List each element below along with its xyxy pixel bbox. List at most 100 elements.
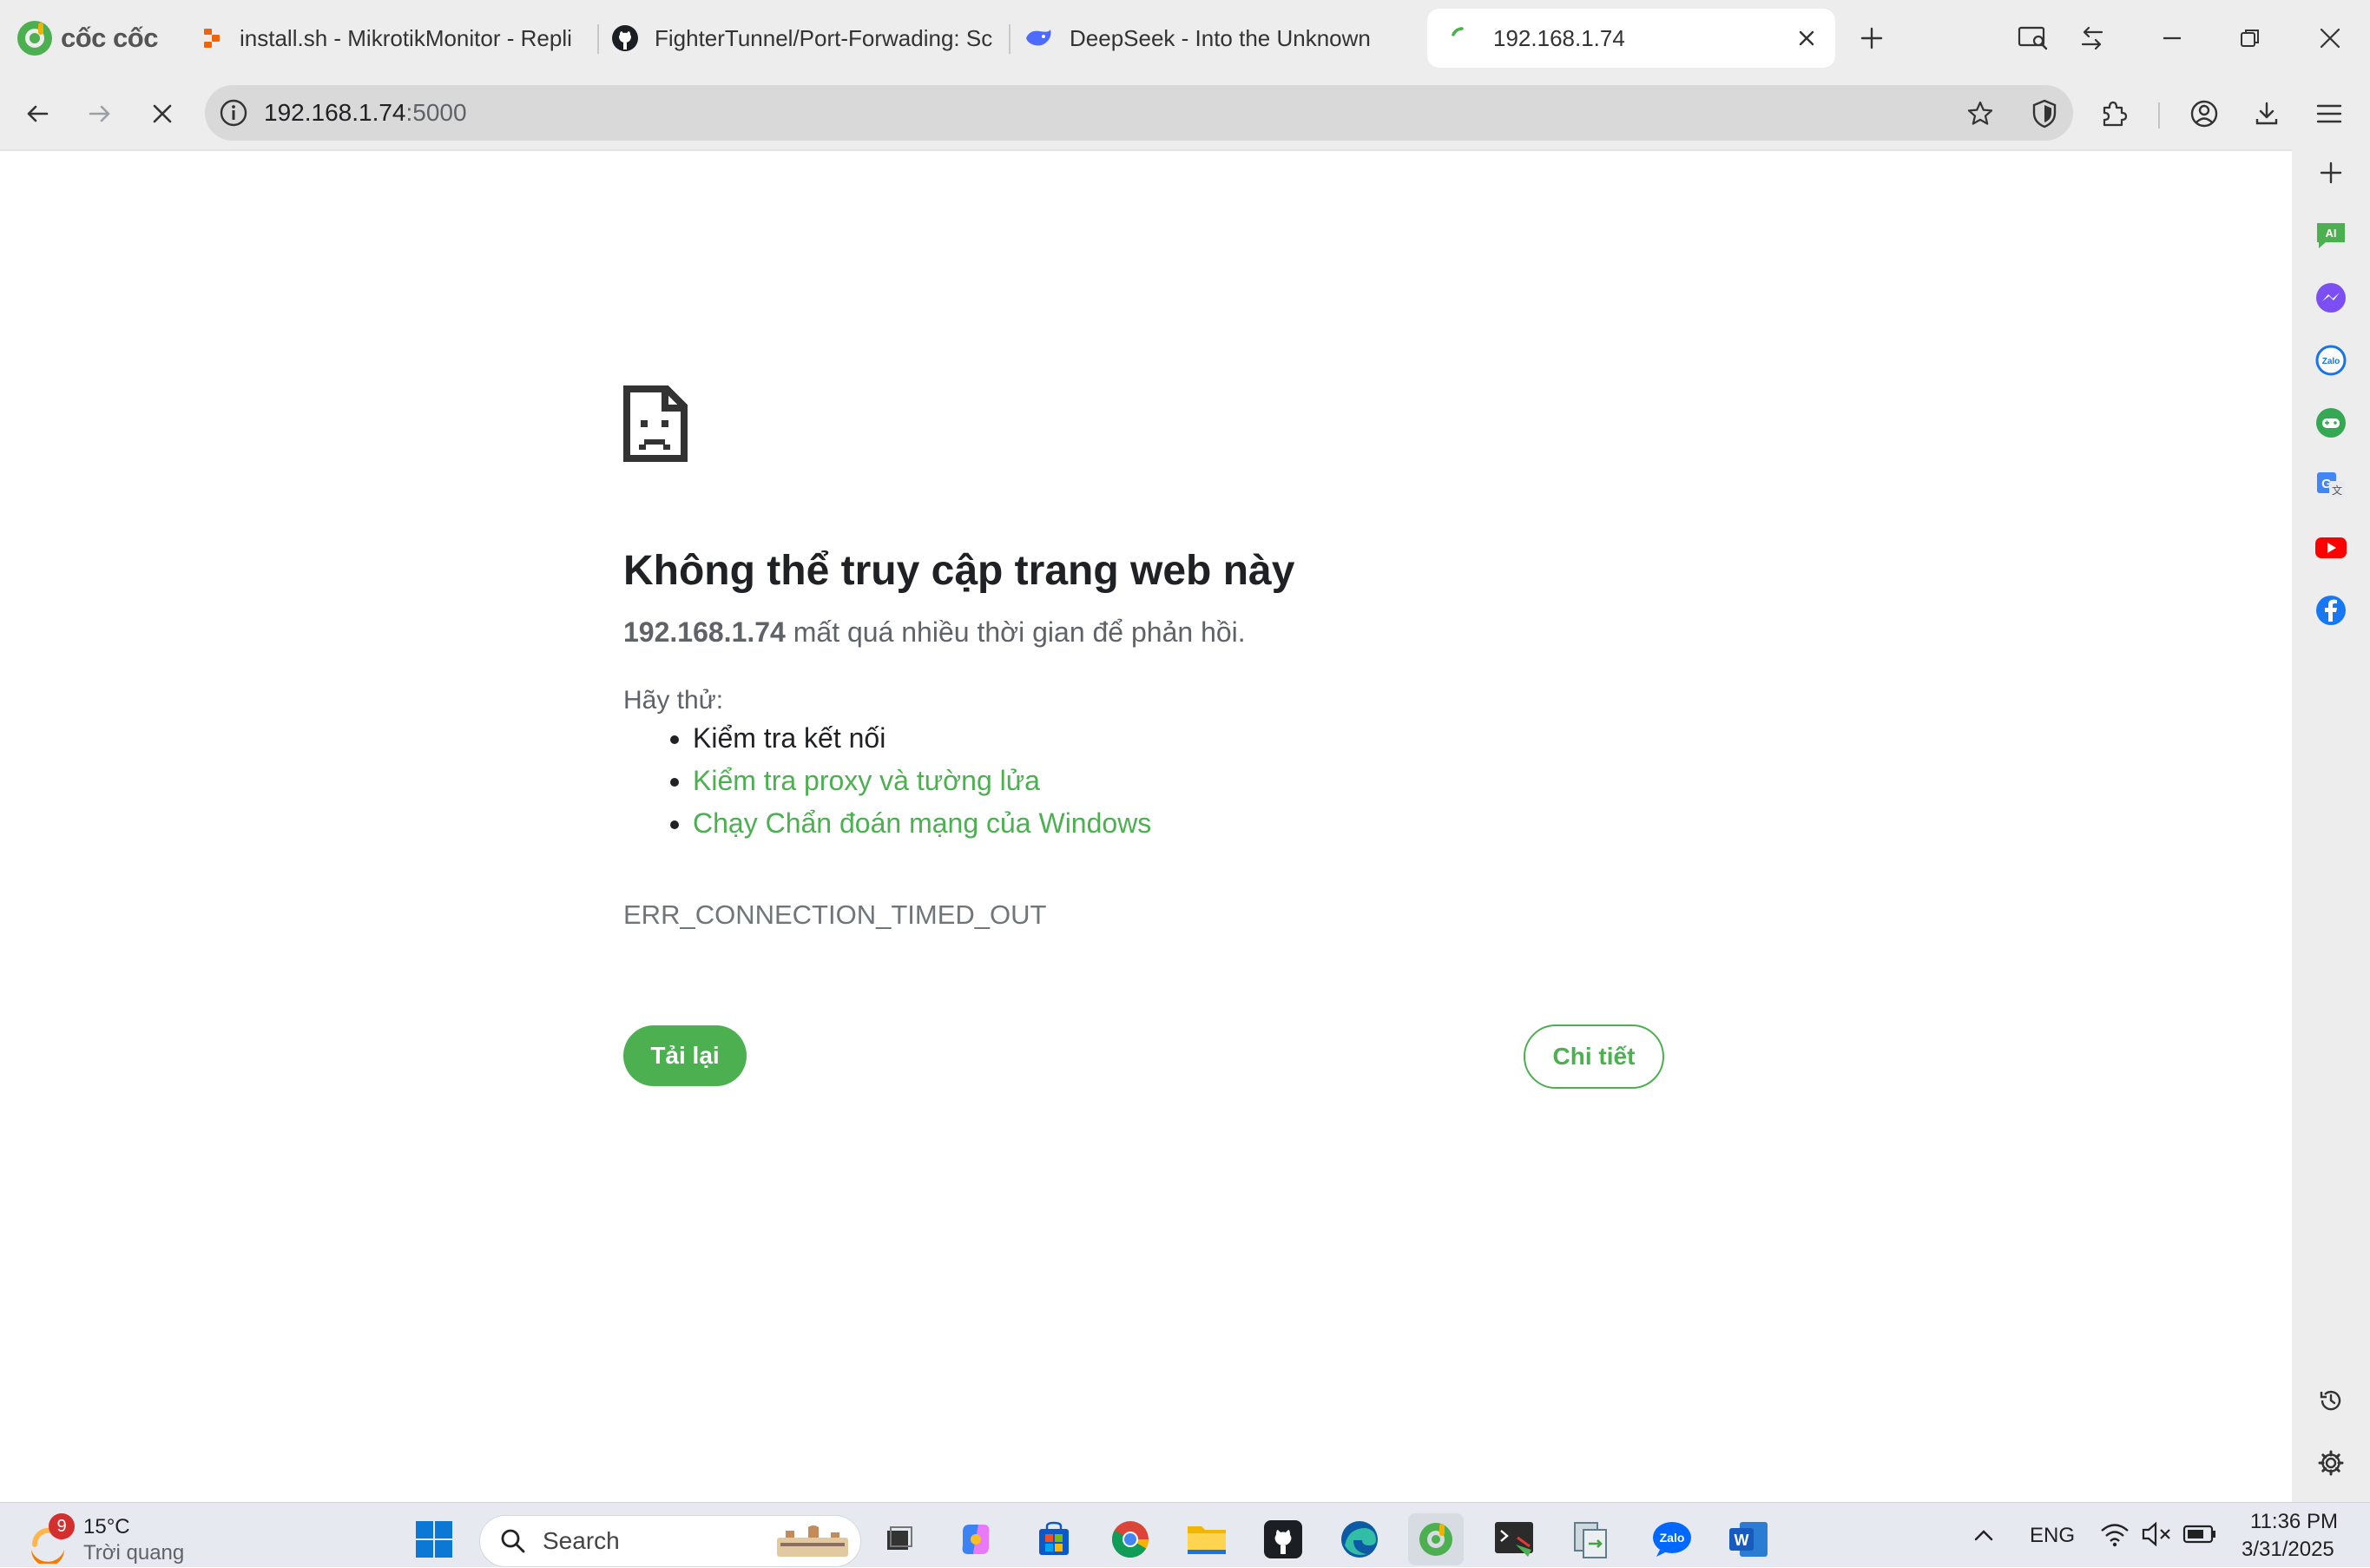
svg-text:Zalo: Zalo [2322,357,2340,366]
stop-loading-button[interactable] [137,89,188,139]
back-forward-arrows-icon [2081,26,2103,50]
screen-search-icon [2018,26,2048,50]
clock-time[interactable]: 11:36 PM [2250,1510,2338,1534]
svg-text:W: W [1735,1532,1749,1549]
forward-button[interactable] [75,89,125,139]
address-bar[interactable]: 192.168.1.74:5000 [205,85,2073,141]
clock-date[interactable]: 3/31/2025 [2242,1538,2334,1562]
screen-search-button[interactable] [2007,12,2059,64]
copilot-icon [962,1525,990,1554]
taskbar-search[interactable]: Search [479,1515,861,1567]
replit-icon [204,29,220,48]
taskbar-app-chrome[interactable] [1108,1517,1153,1562]
taskbar-app-zalo[interactable]: Zalo [1649,1517,1695,1562]
wifi-status[interactable] [2099,1520,2130,1552]
taskbar-app-edge[interactable] [1337,1517,1382,1562]
wifi-icon [2101,1524,2129,1547]
list-item[interactable]: Kiểm tra proxy và tường lửa [693,760,1151,802]
new-tab-button[interactable] [1846,12,1898,64]
side-ai-chat[interactable]: AI [2307,212,2354,259]
tab-switch-button[interactable] [2066,12,2118,64]
proxy-firewall-link[interactable]: Kiểm tra proxy và tường lửa [693,765,1040,796]
shield-button[interactable] [2019,89,2070,139]
weather-temperature: 15°C [83,1515,130,1538]
side-translate[interactable]: G 文 [2307,462,2354,509]
network-diagnostics-link[interactable]: Chạy Chẩn đoán mạng của Windows [693,807,1151,839]
tab-separator [597,24,599,54]
arrow-left-icon [27,105,49,122]
profile-icon [2190,100,2218,128]
chevron-up-icon [1974,1530,1993,1541]
plus-icon [1860,27,1883,49]
side-settings[interactable] [2307,1440,2354,1486]
language-indicator[interactable]: ENG [2030,1524,2075,1548]
store-icon [1039,1521,1069,1555]
close-icon [153,104,172,123]
tab-github[interactable]: FighterTunnel/Port-Forwading: Sc [611,9,995,68]
taskbar-app-explorer[interactable] [1184,1517,1229,1562]
taskbar-app-terminal[interactable] [1491,1517,1537,1562]
list-item[interactable]: Chạy Chẩn đoán mạng của Windows [693,802,1151,845]
coccoc-icon [1419,1523,1452,1556]
list-item: Kiểm tra kết nối [693,717,1151,760]
minimize-button[interactable] [2146,12,2198,64]
download-icon [2255,102,2278,125]
search-highlight-icon [777,1525,848,1557]
tray-overflow-button[interactable] [1971,1522,1997,1552]
close-icon [2320,28,2340,49]
taskbar-app-transfer[interactable] [1568,1517,1613,1562]
hamburger-menu-icon [2316,104,2342,123]
history-icon [2320,1390,2341,1411]
battery-status[interactable] [2182,1522,2217,1551]
side-messenger[interactable] [2307,274,2354,321]
word-icon: W [1729,1522,1768,1557]
github-icon [612,25,638,51]
main-menu-button[interactable] [2304,89,2354,139]
svg-text:AI: AI [2326,227,2337,240]
tab-separator [1009,24,1011,54]
tab-deepseek[interactable]: DeepSeek - Into the Unknown [1024,9,1406,68]
side-zalo[interactable]: Zalo [2307,337,2354,384]
search-icon [501,1529,525,1553]
taskbar-app-store[interactable] [1031,1517,1076,1562]
taskbar-app-word[interactable]: W [1726,1517,1771,1562]
side-games[interactable] [2307,399,2354,446]
side-add-button[interactable] [2307,149,2354,196]
browser-brand[interactable]: cốc cốc [16,16,158,61]
taskbar-app-github[interactable] [1261,1517,1306,1562]
info-icon[interactable] [219,98,248,128]
tab-label: 192.168.1.74 [1493,24,1625,51]
url-text: 192.168.1.74:5000 [264,99,467,126]
extensions-button[interactable] [2089,89,2139,139]
taskbar-app-copilot[interactable] [953,1517,998,1562]
file-transfer-icon [1574,1522,1607,1558]
bookmark-button[interactable] [1955,89,2005,139]
reload-button[interactable]: Tải lại [623,1025,747,1086]
close-tab-icon[interactable] [1795,27,1818,49]
youtube-icon [2315,537,2347,558]
restore-icon [2241,30,2259,47]
toolbar-divider [2158,102,2160,128]
restore-button[interactable] [2224,12,2276,64]
tab-replit[interactable]: install.sh - MikrotikMonitor - Repli [201,9,580,68]
taskbar-app-taskview[interactable] [877,1517,922,1562]
side-history[interactable] [2307,1377,2354,1424]
volume-muted-icon [2142,1521,2170,1547]
back-button[interactable] [12,89,63,139]
minimize-icon [2163,36,2181,40]
side-youtube[interactable] [2307,524,2354,571]
taskbar-app-coccoc[interactable] [1408,1513,1464,1565]
coccoc-logo-icon [17,21,52,56]
downloads-button[interactable] [2242,89,2292,139]
tab-label: DeepSeek - Into the Unknown [1070,24,1371,51]
details-button[interactable]: Chi tiết [1524,1024,1664,1089]
side-facebook[interactable] [2307,587,2354,634]
error-code: ERR_CONNECTION_TIMED_OUT [623,899,1047,930]
messenger-icon [2316,283,2346,313]
volume-status[interactable] [2141,1520,2172,1552]
tab-active[interactable]: 192.168.1.74 [1427,9,1835,68]
taskbar: 9 15°C Trời quang Search Zalo W ENG 11:3… [0,1502,2370,1567]
start-button[interactable] [411,1517,457,1562]
close-window-button[interactable] [2304,12,2356,64]
profile-button[interactable] [2179,89,2229,139]
